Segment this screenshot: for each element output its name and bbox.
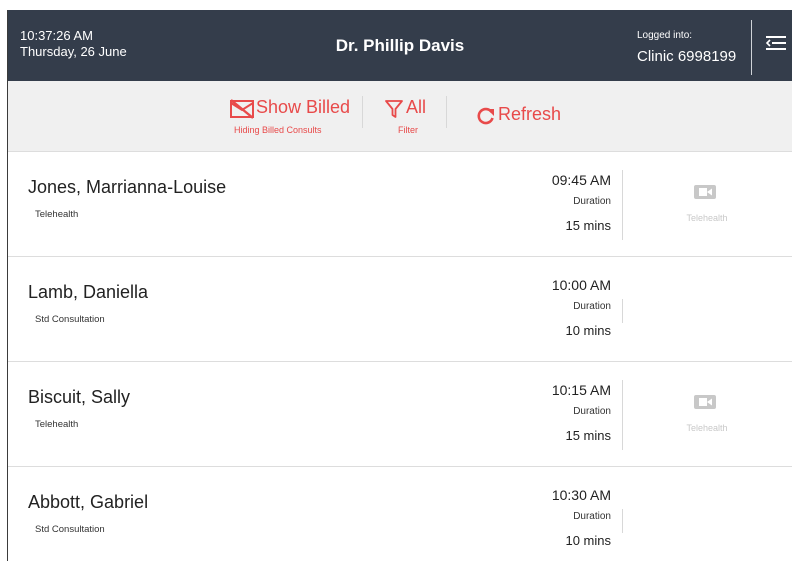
appointment-time: 09:45 AM <box>551 172 611 188</box>
toolbar-separator-2 <box>446 96 447 128</box>
duration-value: 10 mins <box>565 323 611 338</box>
header-divider <box>751 20 752 75</box>
filter-icon <box>385 100 403 118</box>
appointment-time: 10:30 AM <box>551 487 611 503</box>
row-divider <box>622 299 623 323</box>
patient-name: Biscuit, Sally <box>28 387 131 407</box>
appointment-time: 10:15 AM <box>551 382 611 398</box>
toolbar-separator-1 <box>362 96 363 128</box>
telehealth-label: Telehealth <box>686 213 728 223</box>
appointment-list: Jones, Marrianna-Louise Telehealth 09:45… <box>8 152 792 571</box>
toolbar: Show Billed Hiding Billed Consults All F… <box>8 81 792 152</box>
refresh-button[interactable]: Refresh <box>476 101 576 131</box>
consult-type: Std Consultation <box>35 524 105 535</box>
appointment-row[interactable]: Abbott, Gabriel Std Consultation 10:30 A… <box>8 467 792 571</box>
consult-type: Std Consultation <box>35 314 105 325</box>
show-billed-button[interactable]: Show Billed Hiding Billed Consults <box>230 95 360 139</box>
refresh-label: Refresh <box>498 104 562 124</box>
duration-label: Duration <box>573 406 611 417</box>
app-header: 10:37:26 AM Thursday, 26 June Dr. Philli… <box>8 10 792 81</box>
video-camera-icon[interactable] <box>694 394 716 410</box>
consult-type: Telehealth <box>35 209 79 220</box>
clinic-name: Clinic 6998199 <box>637 48 737 65</box>
refresh-icon <box>477 107 494 125</box>
menu-button[interactable] <box>760 30 790 60</box>
hide-billed-icon <box>230 99 254 119</box>
row-divider <box>622 509 623 533</box>
menu-collapse-icon <box>765 36 786 50</box>
row-divider <box>622 170 623 240</box>
duration-value: 15 mins <box>565 218 611 233</box>
duration-label: Duration <box>573 196 611 207</box>
patient-name: Lamb, Daniella <box>28 282 149 302</box>
telehealth-label: Telehealth <box>686 423 728 433</box>
video-camera-icon[interactable] <box>694 184 716 200</box>
duration-label: Duration <box>573 511 611 522</box>
filter-button[interactable]: All Filter <box>382 95 432 139</box>
show-billed-label: Show Billed <box>256 97 351 117</box>
appointment-row[interactable]: Jones, Marrianna-Louise Telehealth 09:45… <box>8 152 792 257</box>
filter-label: All <box>406 97 427 117</box>
logged-into-label: Logged into: <box>637 30 693 41</box>
patient-name: Abbott, Gabriel <box>28 492 149 512</box>
consult-type: Telehealth <box>35 419 79 430</box>
show-billed-sublabel: Hiding Billed Consults <box>234 125 322 135</box>
appointment-row[interactable]: Biscuit, Sally Telehealth 10:15 AM Durat… <box>8 362 792 467</box>
duration-value: 10 mins <box>565 533 611 548</box>
patient-name: Jones, Marrianna-Louise <box>28 177 227 197</box>
row-divider <box>622 380 623 450</box>
appointment-row[interactable]: Lamb, Daniella Std Consultation 10:00 AM… <box>8 257 792 362</box>
duration-label: Duration <box>573 301 611 312</box>
duration-value: 15 mins <box>565 428 611 443</box>
filter-sublabel: Filter <box>398 125 418 135</box>
appointment-time: 10:00 AM <box>551 277 611 293</box>
